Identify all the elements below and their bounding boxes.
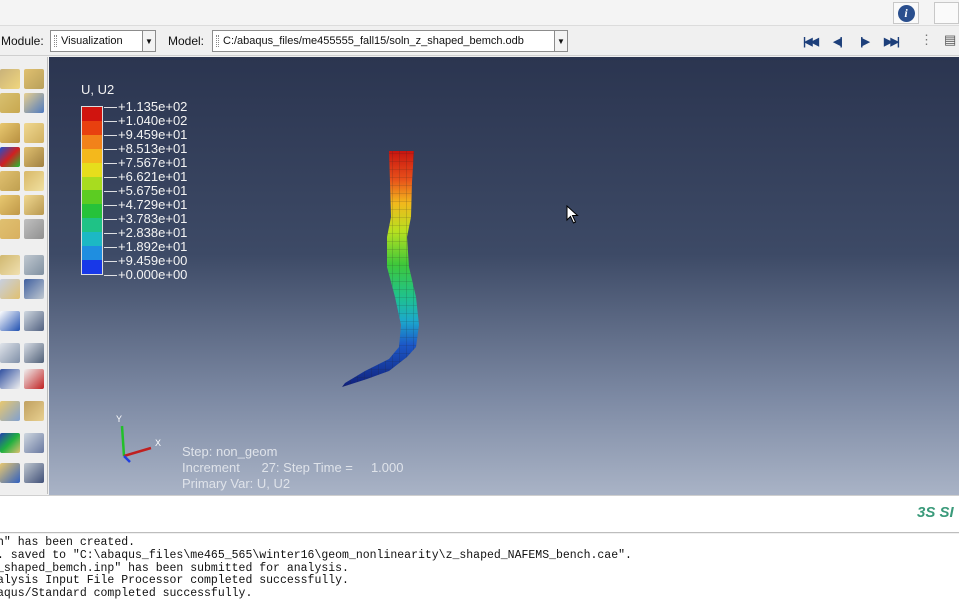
viewport[interactable]: U, U2 +1.135e+02+1.040e+02+9.459e+01+8.5… [49,57,959,495]
module-label: Module: [1,34,44,48]
primary-var: Primary Var: U, U2 [182,476,291,491]
last-frame-icon[interactable]: ▶▶| [880,32,902,50]
tool-contour-icon[interactable] [0,123,20,143]
console-message: . saved to "C:\abaqus_files\me465_565\wi… [0,548,632,562]
tool-report-icon[interactable] [24,343,44,363]
ds-simulia-logo: 3S SI [917,504,954,521]
tool-plot-both-icon[interactable] [0,93,20,113]
tool-create-field-icon[interactable] [0,343,20,363]
model-select[interactable]: C:/abaqus_files/me455555_fall15/soln_z_s… [212,30,568,52]
tree-icon[interactable]: ⋮ [920,32,936,50]
step-name: Step: non_geom [182,444,278,459]
next-frame-icon[interactable]: |▶ [853,32,875,50]
top-toolbar: i [0,0,959,26]
mouse-cursor-icon [566,205,579,224]
module-select[interactable]: Visualization ▼ [50,30,156,52]
tool-xy-plot-icon[interactable] [0,369,20,389]
tool-view-cut-icon[interactable] [0,219,20,239]
tool-animate-icon[interactable] [0,195,20,215]
info-button[interactable]: i [893,2,919,24]
console-message: aqus/Standard completed successfully. [0,587,253,599]
tool-probe-icon[interactable] [0,279,20,299]
tool-stream-icon[interactable] [24,311,44,331]
context-bar: Module: Visualization ▼ Model: C:/abaqus… [0,26,959,56]
console-message: h" has been created. [0,536,136,549]
previous-frame-icon[interactable]: ◀| [826,32,848,50]
tool-options-icon[interactable] [24,463,44,483]
coordinate-triad: Y X [116,414,161,463]
tool-plot-deformed-icon[interactable] [24,69,44,89]
tool-plot-undeformed-icon[interactable] [0,69,20,89]
first-frame-icon[interactable]: |◀◀ [799,32,821,50]
tool-material-orient-icon[interactable] [0,171,20,191]
step-info: Step: non_geom Increment 27: Step Time =… [182,444,403,492]
tool-allow-multiple-icon[interactable] [24,171,44,191]
combo-grip-icon [54,35,57,47]
tool-display-group-icon[interactable] [0,401,20,421]
prompt-area: 3S SI [0,495,959,533]
combo-grip-icon [216,35,219,47]
options-icon[interactable]: ▤ [944,32,959,50]
tool-display-group-options-icon[interactable] [24,401,44,421]
tool-common-options-icon[interactable] [24,93,44,113]
tool-color-code-icon[interactable] [0,433,20,453]
message-area[interactable]: h" has been created.. saved to "C:\abaqu… [0,534,959,599]
triad-x-label: X [155,438,161,448]
tool-symbol-icon[interactable] [24,147,44,167]
tool-xy-manager-icon[interactable] [24,255,44,275]
beam-mesh [342,151,419,387]
tool-overlay-icon[interactable] [0,463,20,483]
tool-xy-data-icon[interactable] [0,255,20,275]
tool-animate-options-icon[interactable] [24,195,44,215]
chevron-down-icon[interactable]: ▼ [554,31,567,51]
deformed-beam-plot[interactable] [49,57,959,495]
tool-query-icon[interactable] [24,433,44,453]
tool-view-cut-options-icon[interactable] [24,219,44,239]
info-icon: i [897,4,915,22]
tool-xy-curve-icon[interactable] [24,369,44,389]
tool-list-icon[interactable] [24,279,44,299]
tool-path-icon[interactable] [0,311,20,331]
chevron-down-icon[interactable]: ▼ [142,31,155,51]
toolbar-overflow-button[interactable] [934,2,959,24]
module-select-value: Visualization [61,35,123,47]
tool-plot-contours-icon[interactable] [0,147,20,167]
model-label: Model: [168,34,205,48]
toolbox [0,57,48,494]
model-select-value: C:/abaqus_files/me455555_fall15/soln_z_s… [223,35,524,47]
tool-contour-options-icon[interactable] [24,123,44,143]
triad-y-label: Y [116,414,122,424]
step-increment: Increment 27: Step Time = 1.000 [182,460,404,475]
abaqus-cae-window: i Module: Visualization ▼ Model: C:/abaq… [0,0,959,599]
